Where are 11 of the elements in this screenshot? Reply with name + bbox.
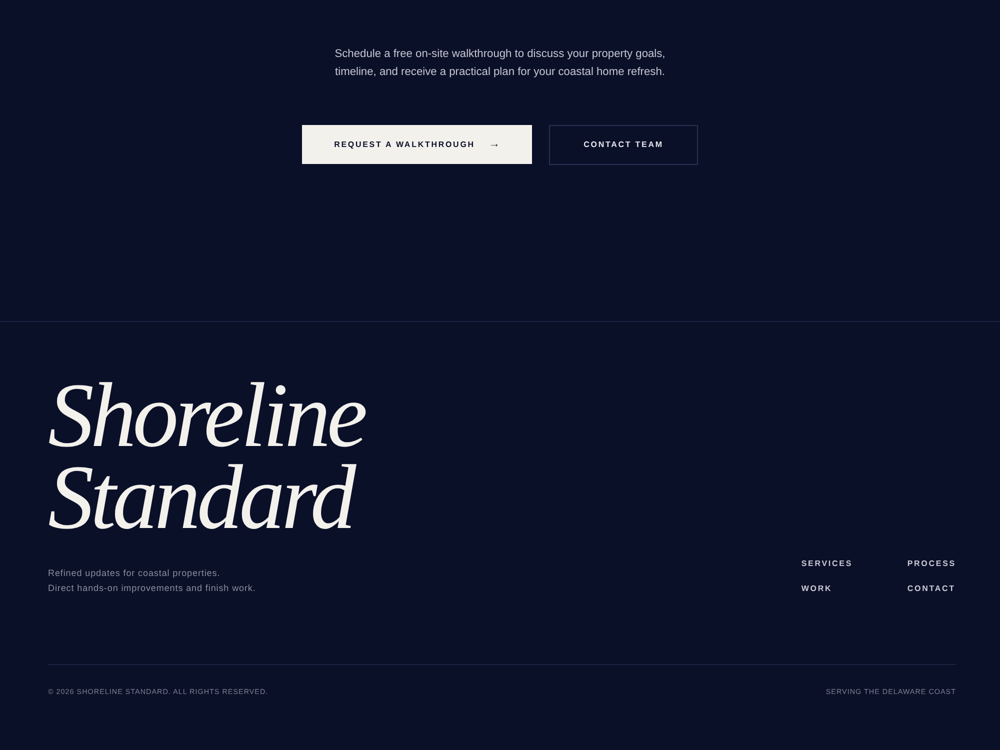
footer-nav-link[interactable]: CONTACT: [907, 583, 956, 595]
footer-nav-link[interactable]: WORK: [801, 583, 908, 595]
tagline-text: Refined updates for coastal properties.: [48, 567, 222, 580]
brand-logo[interactable]: Shoreline Standard: [48, 374, 428, 538]
contact-team-button[interactable]: CONTACT TEAM: [549, 125, 698, 165]
request-walkthrough-button[interactable]: REQUEST A WALKTHROUGH →: [302, 125, 532, 164]
hero-description: Schedule a free on-site walkthrough to discuss your property goals, timeline, and receive a practical plan for your coastal home refresh.: [334, 47, 666, 80]
footer-nav-link[interactable]: PROCESS: [907, 558, 956, 570]
arrow-icon: →: [488, 139, 500, 150]
tagline-text: Direct hands-on improvements and finish work.: [48, 582, 257, 595]
footer-nav-link[interactable]: SERVICES: [801, 558, 908, 570]
